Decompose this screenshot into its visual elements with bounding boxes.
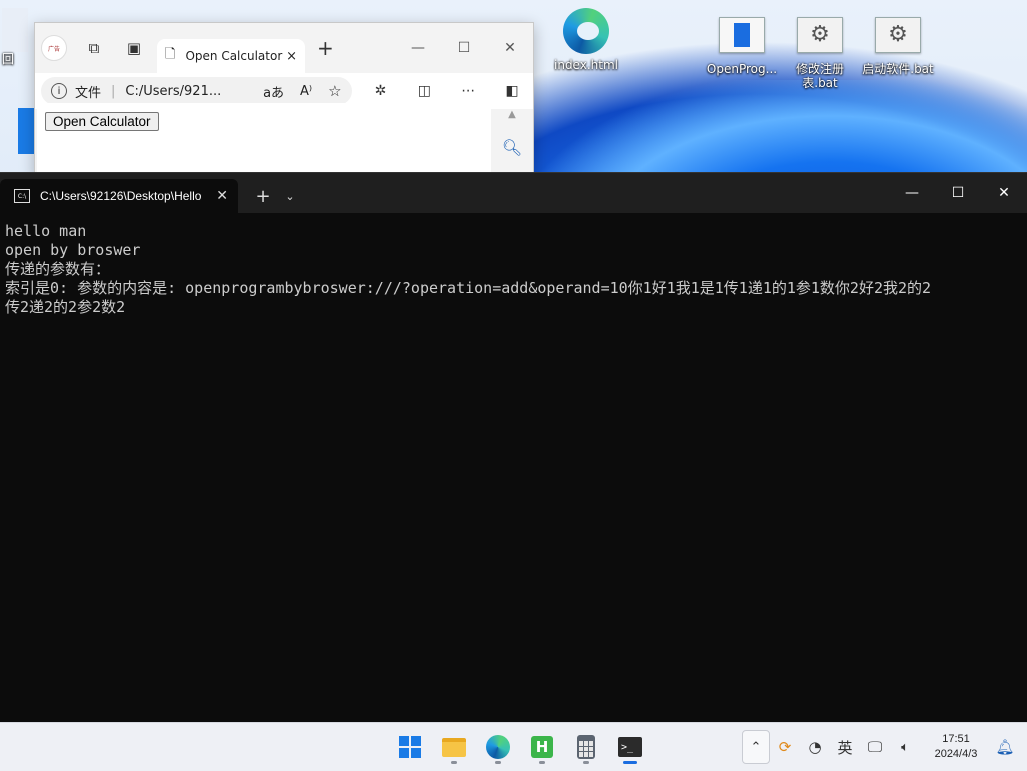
more-menu-icon[interactable]: ⋯ (453, 83, 483, 99)
close-tab-icon[interactable]: ✕ (216, 188, 228, 204)
edge-icon (563, 8, 609, 54)
browser-tab-title: Open Calculator (185, 49, 283, 63)
desktop-icon-start-software-bat[interactable]: ⚙ 启动软件.bat (859, 12, 937, 76)
desktop-icon-label: 修改注册表.bat (795, 62, 844, 90)
terminal-window[interactable]: C:\ C:\Users\92126\Desktop\Hello ✕ + ⌄ —… (0, 172, 1027, 723)
terminal-icon: >_ (618, 737, 642, 757)
browser-tab-open-calculator[interactable]: 🗋 Open Calculator × (157, 39, 305, 73)
address-scheme-label: 文件 (75, 85, 102, 101)
taskbar-hbuilder[interactable]: H (520, 729, 564, 765)
maximize-button[interactable]: ☐ (935, 173, 981, 213)
scroll-up-icon[interactable]: ▲ (497, 109, 527, 120)
translate-icon[interactable]: aあ (263, 82, 284, 101)
desktop-icon-label: OpenProg... (706, 62, 778, 76)
terminal-tab[interactable]: C:\ C:\Users\92126\Desktop\Hello ✕ (0, 179, 238, 213)
browser-sidebar: ▲ 🔍︎ (497, 109, 527, 175)
edge-icon (486, 735, 510, 759)
minimize-button[interactable]: — (889, 173, 935, 213)
start-button[interactable] (388, 729, 432, 765)
close-button[interactable]: ✕ (981, 173, 1027, 213)
windows-logo-icon (399, 736, 421, 758)
ime-indicator[interactable]: 英 (830, 737, 860, 758)
browser-page-content: Open Calculator (37, 103, 491, 178)
desktop-icon-modify-registry-bat[interactable]: ⚙ 修改注册表.bat (781, 12, 859, 90)
terminal-output[interactable]: hello man open by broswer 传递的参数有： 索引是0: … (0, 213, 1027, 326)
tab-actions-icon[interactable]: ▣ (121, 35, 147, 61)
read-aloud-icon[interactable]: A⁾ (300, 84, 312, 99)
hbuilder-icon: H (531, 736, 553, 758)
desktop-icon-label: 启动软件.bat (862, 62, 934, 76)
clock[interactable]: 17:51 2024/4/3 (920, 732, 992, 762)
network-icon[interactable]: ◔ (800, 738, 830, 756)
clock-time: 17:51 (942, 733, 970, 745)
extensions-icon[interactable]: ✲ (366, 83, 396, 99)
minimize-button[interactable]: — (395, 40, 441, 56)
display-icon[interactable]: 🖵︎ (860, 738, 890, 756)
sidebar-toggle-icon[interactable]: ◧ (497, 83, 527, 99)
favorite-star-icon[interactable]: ☆ (328, 82, 341, 100)
recycle-bin-icon (2, 8, 28, 52)
taskbar-file-explorer[interactable] (432, 729, 476, 765)
split-screen-icon[interactable]: ◫ (409, 83, 439, 99)
sync-icon[interactable]: ⟳ (770, 738, 800, 756)
batch-file-icon: ⚙ (797, 17, 843, 53)
clock-date: 2024/4/3 (934, 748, 978, 760)
info-icon[interactable]: i (51, 83, 67, 99)
open-calculator-button[interactable]: Open Calculator (45, 112, 159, 131)
batch-file-icon: ⚙ (875, 17, 921, 53)
system-tray: ⌃ ⟳ ◔ 英 🖵︎ 🔈︎ 17:51 2024/4/3 🔔︎ (742, 727, 1018, 767)
calculator-icon (577, 735, 595, 759)
cmd-icon: C:\ (14, 189, 30, 203)
taskbar-edge[interactable] (476, 729, 520, 765)
browser-window[interactable]: 广告 ⧉ ▣ 🗋 Open Calculator × + — ☐ ✕ i 文件 … (34, 22, 534, 178)
desktop-icon-label: index.html (554, 58, 618, 72)
close-button[interactable]: ✕ (487, 40, 533, 56)
desktop-icon-index-html[interactable]: index.html (547, 8, 625, 72)
address-separator: | (111, 83, 116, 99)
terminal-tab-title: C:\Users\92126\Desktop\Hello (40, 189, 202, 203)
collections-icon[interactable]: ⧉ (81, 35, 107, 61)
desktop-shortcut-icon-partial[interactable] (18, 108, 34, 154)
profile-avatar[interactable]: 广告 (41, 35, 67, 61)
close-tab-icon[interactable]: × (286, 49, 297, 64)
maximize-button[interactable]: ☐ (441, 40, 487, 56)
volume-icon[interactable]: 🔈︎ (890, 740, 920, 755)
chevron-down-icon[interactable]: ⌄ (280, 179, 300, 213)
new-tab-button[interactable]: + (246, 179, 280, 213)
app-window-icon (719, 17, 765, 53)
notification-bell-icon[interactable]: 🔔︎ (992, 738, 1018, 756)
taskbar-calculator[interactable] (564, 729, 608, 765)
search-icon[interactable]: 🔍︎ (497, 138, 527, 157)
desktop-icon-openprog[interactable]: OpenProg... (703, 12, 781, 76)
taskbar-terminal[interactable]: >_ (608, 729, 652, 765)
taskbar-apps: H >_ (388, 729, 652, 765)
address-bar[interactable]: i 文件 | C:/Users/921... aあ A⁾ ☆ (41, 77, 352, 105)
new-tab-button[interactable]: + (317, 36, 334, 60)
taskbar: H >_ ⌃ ⟳ ◔ 英 🖵︎ 🔈︎ 17:51 2024/4/3 🔔︎ (0, 722, 1027, 771)
desktop-icon-partial[interactable]: 回 (2, 8, 32, 66)
terminal-titlebar: C:\ C:\Users\92126\Desktop\Hello ✕ + ⌄ —… (0, 173, 1027, 213)
folder-icon (442, 737, 466, 757)
browser-titlebar: 广告 ⧉ ▣ 🗋 Open Calculator × + — ☐ ✕ (35, 23, 533, 73)
desktop-icon-label: 回 (2, 52, 15, 66)
document-icon: 🗋 (165, 47, 176, 62)
chevron-up-icon[interactable]: ⌃ (742, 730, 770, 764)
address-text[interactable]: C:/Users/921... (125, 84, 221, 99)
